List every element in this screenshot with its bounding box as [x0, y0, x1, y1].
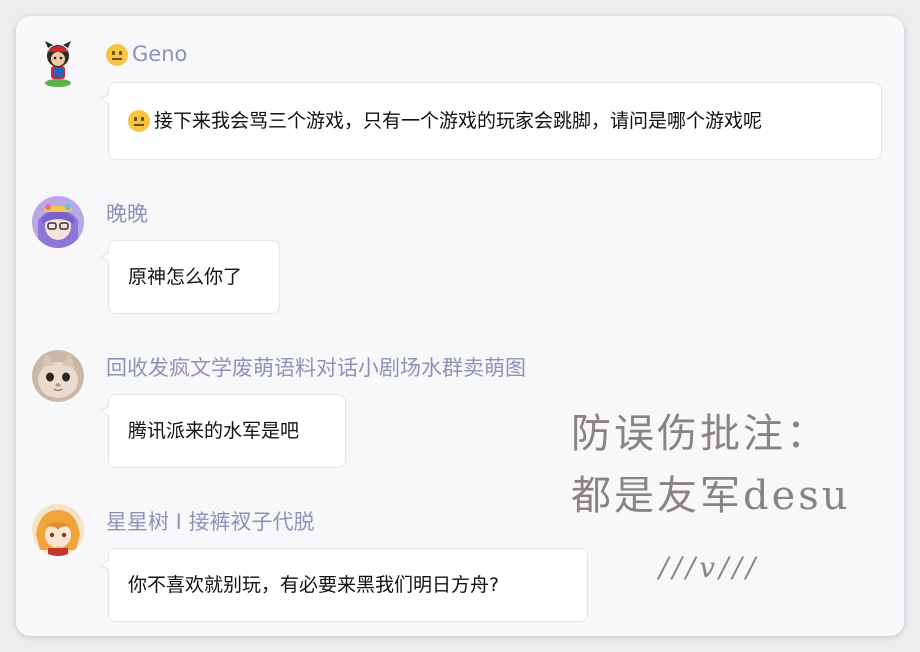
- handwritten-annotation: 防误伤批注： 都是友军desu ///v///: [571, 401, 901, 601]
- avatar-wanwan[interactable]: [32, 196, 84, 248]
- message-bubble[interactable]: 原神怎么你了: [100, 240, 280, 314]
- sender-name: 回收发疯文学废萌语料对话小剧场水群卖萌图: [106, 356, 526, 380]
- message-text: 接下来我会骂三个游戏，只有一个游戏的玩家会跳脚，请问是哪个游戏呢: [154, 110, 763, 132]
- message-bubble[interactable]: 腾讯派来的水军是吧: [100, 394, 346, 468]
- annotation-line-3: ///v///: [659, 551, 760, 584]
- neutral-face-icon: [128, 110, 150, 132]
- anime-character-avatar-icon: [32, 504, 84, 556]
- annotation-line-1: 防误伤批注：: [571, 411, 829, 457]
- sender-name: 晚晚: [106, 202, 148, 226]
- chat-card: Geno 接下来我会骂三个游戏，只有一个游戏的玩家会跳脚，请问是哪个游戏呢 晚晚…: [16, 16, 904, 636]
- message-text: 你不喜欢就别玩，有必要来黑我们明日方舟?: [128, 574, 500, 596]
- avatar-xingxingshu[interactable]: [32, 504, 84, 556]
- cat-photo-avatar-icon: [32, 350, 84, 402]
- message-text: 原神怎么你了: [128, 266, 243, 288]
- avatar-geno[interactable]: [32, 36, 84, 88]
- avatar-recycle[interactable]: [32, 350, 84, 402]
- cat-mario-avatar-icon: [32, 36, 84, 88]
- anime-girl-avatar-icon: [32, 196, 84, 248]
- message-text: 腾讯派来的水军是吧: [128, 420, 300, 442]
- message-bubble[interactable]: 接下来我会骂三个游戏，只有一个游戏的玩家会跳脚，请问是哪个游戏呢: [100, 82, 882, 160]
- neutral-face-icon: [106, 44, 128, 66]
- message-bubble[interactable]: 你不喜欢就别玩，有必要来黑我们明日方舟?: [100, 548, 588, 622]
- sender-name: Geno: [106, 40, 187, 68]
- annotation-line-2: 都是友军desu: [571, 473, 851, 519]
- sender-name: 星星树 I 接裤衩子代脱: [106, 510, 315, 534]
